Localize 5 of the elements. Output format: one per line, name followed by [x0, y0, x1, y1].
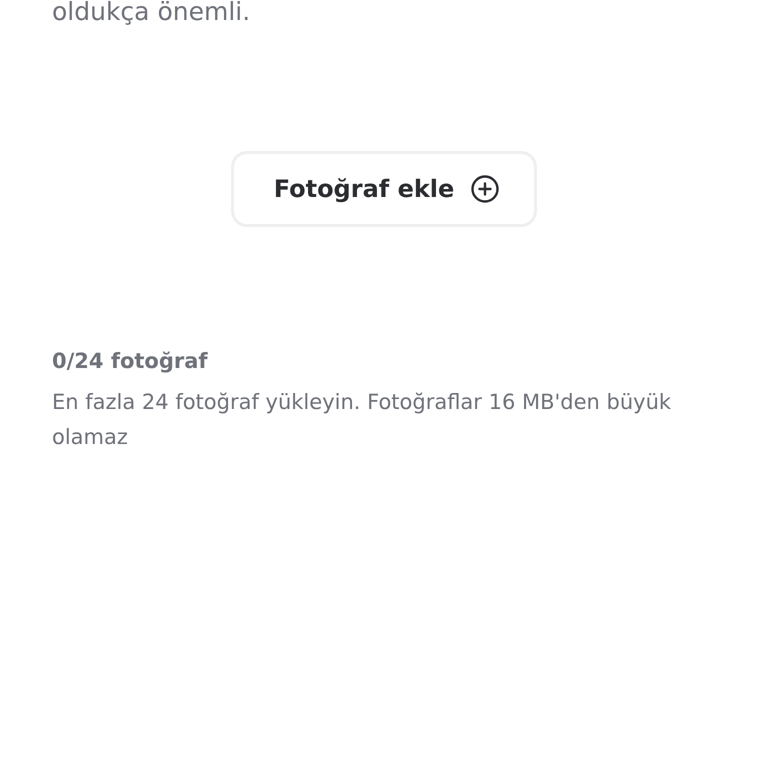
photo-count: 0/24 fotoğraf — [52, 349, 209, 373]
add-photo-button[interactable]: Fotoğraf ekle — [231, 151, 537, 227]
hint-text: En fazla 24 fotoğraf yükleyin. Fotoğraflar 16 MB'den büyük olamaz — [52, 389, 672, 451]
plus-circle-icon — [470, 174, 500, 204]
intro-text: oldukça önemli. — [52, 0, 252, 28]
